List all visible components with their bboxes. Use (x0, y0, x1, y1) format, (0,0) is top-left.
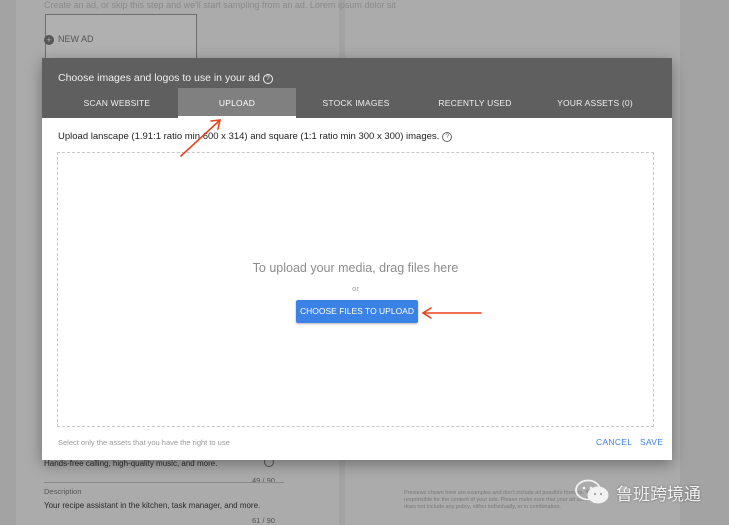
upload-dropzone[interactable]: To upload your media, drag files here or… (57, 152, 654, 427)
tab-stock-images[interactable]: STOCK IMAGES (296, 88, 416, 118)
dialog-title: Choose images and logos to use in your a… (58, 72, 273, 84)
cancel-button[interactable]: CANCEL (596, 437, 632, 447)
tab-upload[interactable]: UPLOAD (178, 88, 296, 118)
save-button[interactable]: SAVE (640, 437, 663, 447)
upload-instructions: Upload lanscape (1.91:1 ratio min 600 x … (58, 131, 453, 142)
help-circle-icon[interactable]: ? (442, 132, 453, 142)
description-field[interactable]: Your recipe assistant in the kitchen, ta… (44, 501, 260, 510)
choose-files-button[interactable]: CHOOSE FILES TO UPLOAD (296, 300, 418, 323)
description-line: Hands-free calling, high-quality music, … (44, 459, 218, 468)
tab-scan-website[interactable]: SCAN WEBSITE (58, 88, 176, 118)
divider (44, 482, 284, 483)
tab-your-assets[interactable]: YOUR ASSETS (0) (536, 88, 654, 118)
dropzone-heading: To upload your media, drag files here (252, 261, 459, 275)
tab-label: YOUR ASSETS (0) (557, 98, 633, 108)
active-tab-indicator (178, 116, 296, 118)
wechat-icon (575, 479, 609, 504)
watermark-text: 鲁班跨境通 (616, 485, 701, 505)
upload-instructions-text: Upload lanscape (1.91:1 ratio min 600 x … (58, 131, 440, 142)
rights-notice: Select only the assets that you have the… (58, 438, 230, 447)
page-intro-text: Create an ad, or skip this step and we'l… (44, 0, 396, 10)
tab-recently-used[interactable]: RECENTLY USED (416, 88, 534, 118)
description-label: Description (44, 487, 82, 496)
dropzone-or: or (352, 284, 359, 293)
help-circle-icon[interactable]: ? (262, 74, 273, 84)
tab-label: STOCK IMAGES (322, 98, 390, 108)
char-count: 49 / 90 (252, 476, 275, 485)
char-count: 61 / 90 (252, 516, 275, 525)
dialog-title-text: Choose images and logos to use in your a… (58, 72, 260, 84)
tab-label: RECENTLY USED (438, 98, 512, 108)
new-ad-label: NEW AD (58, 34, 94, 44)
dialog-header: Choose images and logos to use in your a… (42, 58, 672, 118)
choose-images-dialog: Choose images and logos to use in your a… (42, 58, 672, 460)
tab-label: SCAN WEBSITE (83, 98, 151, 108)
tab-label: UPLOAD (218, 98, 256, 108)
plus-circle-icon: + (44, 35, 54, 45)
